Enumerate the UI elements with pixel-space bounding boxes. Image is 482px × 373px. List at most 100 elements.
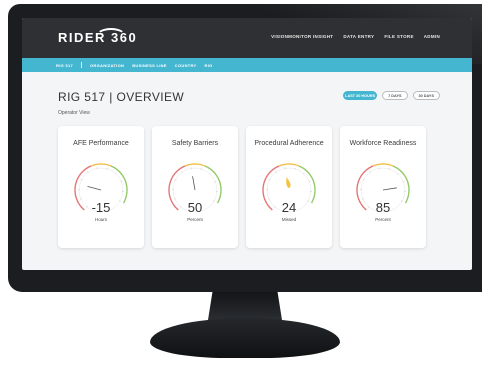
gauge-tick [200,167,202,170]
gauge-arc-segment [298,165,302,168]
gauge-value: 24 [281,200,297,215]
gauge-arc-segment [399,170,403,174]
gauge-arc-segment [123,177,126,181]
gauge-arc-segment [312,179,315,184]
gauge-needle [192,176,196,191]
gauge-arc-segment [273,166,277,170]
gauge-arc-segment [360,172,364,176]
gauge-arc-segment [307,172,311,176]
gauge-needle [382,187,397,191]
gauge-arc-segment [295,164,300,167]
last-30-hours-button[interactable]: LAST 30 HOURS [343,91,378,100]
time-range-buttons: LAST 30 HOURS 7 DAYS 30 DAYS [343,91,440,100]
7-days-button[interactable]: 7 DAYS [382,91,408,100]
gauge-unit: Hours [94,217,107,222]
breadcrumb-divider [81,62,82,68]
page-subtitle: Operator View [58,110,90,116]
gauge-value: 85 [375,200,391,215]
gauge-arc-segment [199,163,203,166]
gauge-arc-segment [401,172,405,176]
top-navigation-bar: RIDER 360 VISIONMONITOR INSIGHT DATA ENT… [22,18,472,58]
gauge-arc-segment [270,168,275,172]
gauge-arc-segment [395,166,399,170]
gauge-arc-segment [405,177,408,181]
gauge-arc-segment [179,166,183,170]
gauge-needle [87,185,102,191]
breadcrumb-country[interactable]: COUNTRY [175,63,197,68]
gauge-arc-segment [207,166,211,170]
gauge-value: 50 [187,200,203,215]
gauge-arc-segment [301,166,305,170]
gauge-arc-segment [357,180,360,184]
nav-visionmonitor-insight[interactable]: VISIONMONITOR INSIGHT [271,34,333,39]
gauge-arc-segment [181,165,186,168]
gauge-arc-segment [169,180,172,184]
gauge-arc-segment [305,170,309,174]
gauge-arc-segment [110,165,114,168]
breadcrumb: RIG 517 ORGANIZATION BUSINESS LINE COUNT… [56,62,213,68]
kpi-card-safety-barriers[interactable]: Safety Barriers 50 Percent [152,126,238,248]
gauge-arc-segment [397,168,401,172]
gauge-arc-segment [278,164,282,167]
gauge-arc-segment [293,163,297,166]
gauge-arc-segment [77,174,81,179]
kpi-card-procedural-adherence[interactable]: Procedural Adherence 24 Missed [246,126,332,248]
gauge-arc-segment [264,177,267,181]
gauge-arc-segment [356,194,359,199]
gauge-arc-segment [124,179,127,184]
monitor-stand-neck [208,292,282,320]
breadcrumb-rig-517[interactable]: RIG 517 [56,63,73,68]
gauge-arc-segment [364,168,369,172]
gauge-arc-segment [125,182,128,187]
brand-swoosh-icon [96,28,126,44]
breadcrumb-organization[interactable]: ORGANIZATION [90,63,124,68]
gauge-arc-segment [176,168,181,172]
gauge-arc-segment [265,174,269,179]
gauge-needle [286,177,291,188]
kpi-card-workforce-readiness[interactable]: Workforce Readiness 85 Percent [340,126,426,248]
gauge-arc-segment [356,183,359,187]
gauge-arc-segment [76,177,79,181]
gauge-arc-segment [407,194,410,198]
gauge-arc-segment [392,165,396,168]
gauge-unit: Percent [375,217,391,222]
gauge-arc-segment [117,170,121,174]
gauge-arc-segment [90,164,94,167]
gauge-arc-segment [403,174,407,178]
gauge-arc-segment [215,174,219,178]
nav-admin[interactable]: ADMIN [424,34,440,39]
gauge-arc-segment [75,180,78,184]
nav-data-entry[interactable]: DATA ENTRY [343,34,374,39]
gauge-arc-segment [171,174,175,179]
card-title: Procedural Adherence [254,140,324,147]
gauge-arc-segment [172,172,176,176]
gauge-arc-segment [313,182,316,187]
gauge-arc-segment [125,194,128,198]
gauge-unit: Percent [187,217,203,222]
nav-file-store[interactable]: FILE STORE [384,34,413,39]
gauge-arc-segment [184,164,188,167]
gauge-arc-segment [266,172,270,176]
gauge-arc-segment [119,172,123,176]
gauge-arc-segment [262,194,265,199]
card-title: Workforce Readiness [349,140,417,147]
breadcrumb-business-line[interactable]: BUSINESS LINE [132,63,167,68]
30-days-button[interactable]: 30 DAYS [412,91,440,100]
top-nav: VISIONMONITOR INSIGHT DATA ENTRY FILE ST… [271,34,440,39]
gauge-arc-segment [281,163,285,166]
gauge-unit: Missed [281,217,297,222]
gauge-arc-segment [275,165,280,168]
breadcrumb-rig[interactable]: RIG [205,63,213,68]
gauge-arc-segment [387,163,391,166]
gauge-arc-segment [170,177,173,181]
breadcrumb-bar: RIG 517 ORGANIZATION BUSINESS LINE COUNT… [22,58,472,72]
gauge-arc-segment [369,165,374,168]
gauge-arc-segment [174,170,178,174]
gauge-arc-segment [82,168,87,172]
gauge-arc-segment [217,177,220,181]
gauge-arc-segment [311,177,314,181]
kpi-card-afe-performance[interactable]: AFE Performance -15 Hours [58,126,144,248]
gauge-arc-segment [74,183,77,187]
gauge-arc-segment [268,170,272,174]
gauge-arc-segment [74,194,77,199]
